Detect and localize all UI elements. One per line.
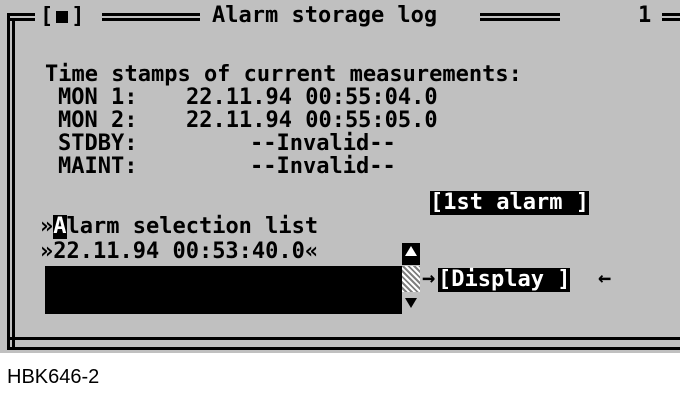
frame-left-border bbox=[7, 20, 15, 350]
window-title: Alarm storage log bbox=[212, 3, 438, 28]
first-alarm-button[interactable]: [1st alarm ] bbox=[430, 191, 589, 215]
timestamp-label: MAINT: bbox=[58, 154, 138, 179]
window-close-button[interactable]: [] bbox=[40, 4, 85, 29]
terminal-screen: [] Alarm storage log 1 Time stamps of cu… bbox=[0, 0, 680, 353]
timestamp-value: --Invalid-- bbox=[250, 131, 396, 156]
timestamp-label: STDBY: bbox=[58, 131, 138, 156]
frame-bottom-border bbox=[7, 337, 680, 350]
selected-entry-suffix: « bbox=[304, 239, 319, 264]
timestamp-label: MON 2: bbox=[58, 108, 138, 133]
selected-entry-prefix: » bbox=[40, 239, 54, 264]
display-button[interactable]: [Display ] bbox=[438, 268, 571, 292]
timestamp-value: --Invalid-- bbox=[250, 154, 396, 179]
timestamp-value: 22.11.94 00:55:04.0 bbox=[186, 85, 438, 110]
alarm-list-selected-entry[interactable]: »22.11.94 00:53:40.0« bbox=[40, 240, 318, 264]
section-heading: Time stamps of current measurements: bbox=[45, 62, 522, 87]
timestamp-label: MON 1: bbox=[58, 85, 138, 110]
scrollbar-track[interactable] bbox=[402, 266, 420, 292]
right-arrow-icon: → bbox=[422, 266, 436, 291]
scroll-down-arrow-icon[interactable] bbox=[402, 292, 420, 314]
alarm-list-title-rest: larm selection list bbox=[66, 214, 319, 239]
alarm-list-hotkey: A bbox=[53, 214, 67, 239]
frame-top-line bbox=[102, 13, 200, 21]
close-icon bbox=[56, 11, 69, 23]
page-number: 1 bbox=[638, 3, 652, 28]
frame-top-line bbox=[662, 13, 680, 21]
scroll-up-arrow-icon[interactable] bbox=[402, 243, 420, 265]
selected-entry-value: 22.11.94 00:53:40.0 bbox=[53, 239, 305, 264]
timestamp-value: 22.11.94 00:55:05.0 bbox=[186, 108, 438, 133]
alarm-list-prefix: » bbox=[40, 214, 54, 239]
alarm-list-title[interactable]: »Alarm selection list bbox=[40, 215, 318, 239]
left-arrow-icon: ← bbox=[598, 266, 612, 291]
frame-top-line bbox=[480, 13, 560, 21]
figure-caption: HBK646-2 bbox=[7, 366, 100, 388]
alarm-list-box[interactable] bbox=[45, 266, 417, 314]
